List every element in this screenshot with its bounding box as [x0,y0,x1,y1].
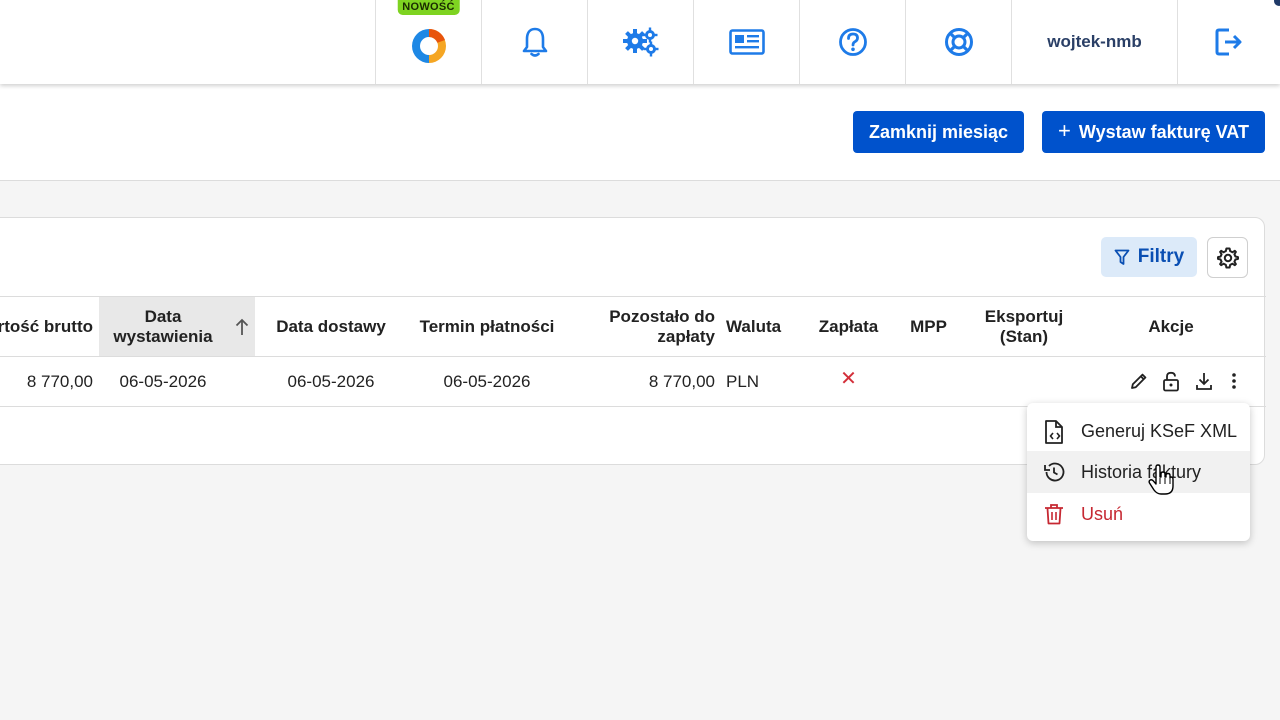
filters-button[interactable]: Filtry [1101,237,1197,277]
cell-export [979,357,1069,406]
menu-item-label: Historia faktury [1081,461,1202,482]
trash-icon [1045,504,1063,525]
cell-delivery-date: 06-05-2026 [287,371,375,391]
cell-mpp [901,357,956,406]
menu-item-invoice-history[interactable]: Historia faktury [1027,451,1250,493]
cell-issue-date: 06-05-2026 [119,371,207,391]
close-month-label: Zamknij miesiąc [868,121,1009,142]
support-button[interactable] [905,0,1011,84]
header-issue-date-line1: Data [144,306,182,326]
menu-item-delete[interactable]: Usuń [1027,493,1250,535]
header-remaining-line1: Pozostało do [609,306,715,326]
unlock-icon[interactable] [1162,371,1180,392]
header-actions: Akcje [1131,297,1211,356]
lifebuoy-icon [944,28,973,56]
settings-button[interactable] [587,0,693,84]
header-payment-term[interactable]: Termin płatności [411,297,563,356]
menu-item-label: Usuń [1081,503,1124,524]
sort-ascending-icon [235,318,249,335]
bell-icon [522,27,547,57]
top-navigation-bar: NOWOŚĆ wojtek-nmb [0,0,1280,84]
logout-button[interactable] [1177,0,1280,84]
header-gross-value-label: rtość brutto [0,316,93,336]
help-icon [838,28,867,56]
header-paid[interactable]: Zapłata [811,297,886,356]
table-row[interactable]: 8 770,00 06-05-2026 06-05-2026 06-05-202… [0,357,1266,407]
header-payment-term-label: Termin płatności [419,316,555,336]
news-button[interactable] [693,0,799,84]
header-export-label: Eksportuj (Stan) [985,307,1063,347]
menu-item-generate-ksef-xml[interactable]: Generuj KSeF XML [1027,410,1250,452]
cell-payment-term: 06-05-2026 [443,371,531,391]
header-actions-label: Akcje [1148,316,1194,336]
header-delivery-date[interactable]: Data dostawy [266,297,396,356]
table-settings-button[interactable] [1207,237,1248,278]
header-export[interactable]: Eksportuj (Stan) [979,297,1069,356]
logout-icon [1215,28,1242,56]
page-action-bar: Zamknij miesiąc + Wystaw fakturę VAT [0,84,1280,181]
menu-item-label: Generuj KSeF XML [1081,420,1238,441]
header-gross-value[interactable]: rtość brutto [0,297,93,356]
header-currency[interactable]: Waluta [726,297,796,356]
header-currency-label: Waluta [726,316,782,336]
header-export-line2: (Stan) [999,326,1049,346]
donut-chart-icon [411,28,446,63]
close-month-button[interactable]: Zamknij miesiąc [853,111,1024,153]
notifications-button[interactable] [481,0,587,84]
header-issue-date[interactable]: Data wystawienia [99,297,255,356]
file-code-icon [1045,420,1063,444]
header-remaining-line2: zapłaty [657,326,715,346]
cell-currency: PLN [726,371,760,391]
cell-gross-value: 8 770,00 [26,371,93,391]
header-mpp-label: MPP [910,316,947,336]
more-options-icon[interactable] [1231,371,1237,391]
header-remaining[interactable]: Pozostało do zapłaty [591,297,715,356]
header-mpp[interactable]: MPP [901,297,956,356]
header-remaining-label: Pozostało do zapłaty [609,307,715,347]
notification-dot [1274,0,1280,6]
header-paid-label: Zapłata [818,316,879,336]
filters-label: Filtry [1137,246,1185,267]
newspaper-icon [728,29,765,55]
not-paid-icon: ✕ [840,368,857,390]
row-context-menu: Generuj KSeF XML Historia faktury Usuń [1027,403,1250,541]
table-header: rtość brutto Data wystawienia Data dosta… [0,296,1266,357]
header-issue-date-line2: wystawienia [113,326,213,346]
edit-pencil-icon[interactable] [1129,371,1149,391]
download-icon[interactable] [1195,371,1213,391]
help-button[interactable] [799,0,905,84]
plus-icon: + [1058,118,1071,143]
history-icon [1044,462,1065,482]
username-label: wojtek-nmb [1047,32,1142,51]
gears-icon [622,27,658,57]
issue-invoice-label: Wystaw fakturę VAT [1078,121,1249,142]
header-export-line1: Eksportuj [984,306,1064,326]
new-badge: NOWOŚĆ [397,0,460,15]
user-menu-button[interactable]: wojtek-nmb [1011,0,1177,84]
new-feature-button[interactable]: NOWOŚĆ [375,0,481,84]
issue-vat-invoice-button[interactable]: + Wystaw fakturę VAT [1042,111,1265,153]
hand-pointer-cursor [1148,464,1174,495]
gear-icon [1216,247,1239,268]
header-issue-date-label: Data wystawienia [99,307,227,347]
header-delivery-date-label: Data dostawy [276,316,386,336]
cell-remaining: 8 770,00 [648,371,715,391]
filter-icon [1114,249,1130,265]
